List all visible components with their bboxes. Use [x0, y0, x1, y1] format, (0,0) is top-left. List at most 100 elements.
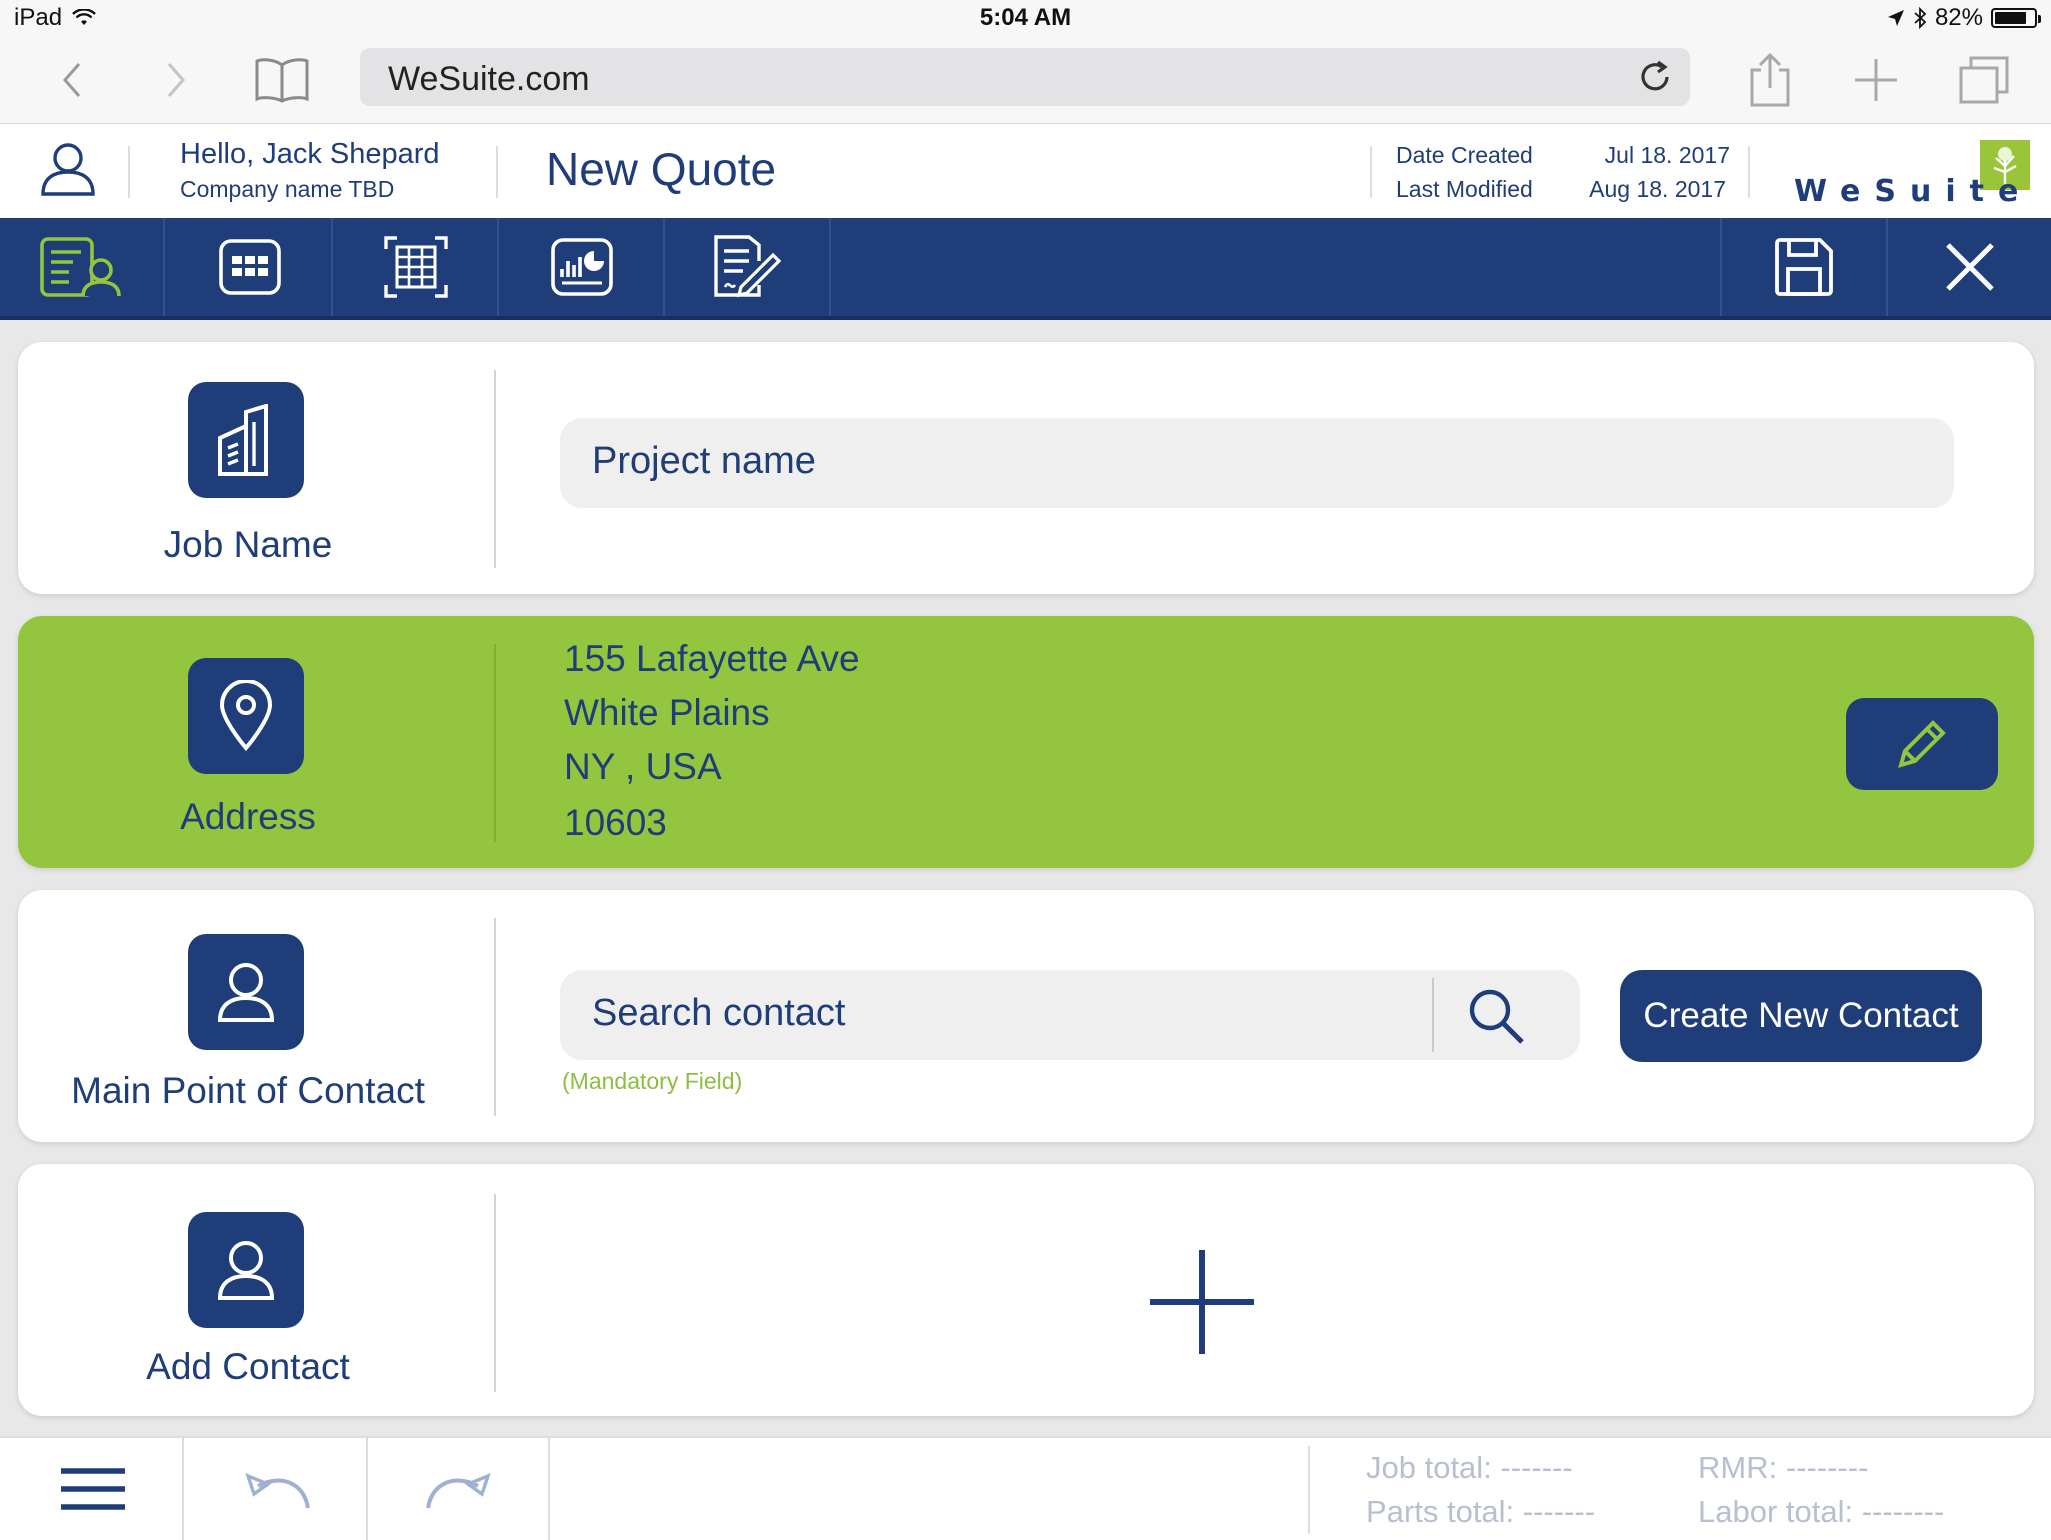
- customer-info-icon: [39, 237, 121, 297]
- battery-icon: [1991, 8, 2041, 28]
- add-contact-card: Add Contact: [18, 1164, 2034, 1416]
- search-divider: [1432, 978, 1434, 1052]
- share-icon: [1750, 52, 1790, 107]
- menu-button[interactable]: [4, 1438, 184, 1540]
- user-icon: [217, 963, 275, 1022]
- redo-icon: [426, 1473, 491, 1509]
- address-label: Address: [180, 796, 316, 837]
- user-greeting: Hello, Jack Shepard: [180, 138, 440, 170]
- card-divider: [494, 370, 496, 568]
- back-button[interactable]: [42, 50, 102, 110]
- nav-sign-document[interactable]: [666, 218, 831, 316]
- card-divider: [494, 1194, 496, 1392]
- status-bar: iPad 5:04 AM 82%: [0, 0, 2051, 36]
- nav-report[interactable]: [500, 218, 665, 316]
- page-title: New Quote: [546, 143, 777, 195]
- address-card: Address 155 Lafayette Ave White Plains N…: [18, 616, 2034, 868]
- pencil-icon: [1898, 720, 1946, 768]
- hamburger-menu-icon: [61, 1468, 125, 1510]
- book-icon: [255, 58, 309, 103]
- address-bar[interactable]: WeSuite.com: [360, 48, 1690, 106]
- address-zip: 10603: [564, 802, 667, 843]
- nav-grid[interactable]: [168, 218, 333, 316]
- footer-divider: [1308, 1446, 1310, 1534]
- rmr-total: RMR: --------: [1698, 1450, 1869, 1485]
- building-icon: [218, 404, 268, 476]
- user-profile-button[interactable]: [38, 138, 98, 198]
- labor-total: Labor total: --------: [1698, 1494, 1945, 1529]
- address-badge: [188, 658, 304, 774]
- location-arrow-icon: [1887, 10, 1904, 26]
- redo-button[interactable]: [370, 1438, 550, 1540]
- sign-document-icon: [713, 235, 781, 298]
- battery-percent: 82%: [1934, 4, 1983, 31]
- url-text: WeSuite.com: [388, 60, 590, 98]
- wesuite-logo: WeSuite: [1794, 174, 2033, 209]
- bluetooth-icon: [1914, 7, 1927, 29]
- address-city: White Plains: [564, 692, 770, 733]
- app-header: Hello, Jack Shepard Company name TBD New…: [0, 124, 2051, 218]
- tabs-button[interactable]: [1954, 50, 2014, 110]
- date-created-value: Jul 18. 2017: [1604, 142, 1730, 168]
- parts-total: Parts total: -------: [1366, 1494, 1596, 1529]
- plus-icon: [1150, 1250, 1254, 1354]
- report-icon: [550, 238, 613, 296]
- status-right: 82%: [1887, 4, 2041, 32]
- edit-address-button[interactable]: [1846, 698, 1998, 790]
- save-button[interactable]: [1720, 218, 1885, 316]
- grid-icon: [218, 239, 281, 295]
- plus-icon: [1855, 59, 1897, 101]
- nav-customer-info[interactable]: [0, 218, 165, 316]
- save-icon: [1774, 238, 1833, 296]
- forward-button[interactable]: [146, 50, 206, 110]
- location-pin-icon: [219, 680, 273, 752]
- company-name: Company name TBD: [180, 176, 395, 202]
- undo-button[interactable]: [188, 1438, 368, 1540]
- close-icon: [1945, 243, 1994, 291]
- header-divider: [496, 146, 498, 198]
- date-created-label: Date Created: [1396, 142, 1533, 168]
- last-modified-label: Last Modified: [1396, 176, 1533, 202]
- job-name-label: Job Name: [163, 524, 333, 565]
- search-contact-input[interactable]: Search contact: [560, 970, 1580, 1060]
- browser-toolbar: WeSuite.com: [0, 36, 2051, 124]
- reload-icon[interactable]: [1636, 58, 1674, 96]
- header-divider: [128, 146, 130, 198]
- address-state-country: NY , USA: [564, 746, 722, 787]
- status-time: 5:04 AM: [979, 4, 1072, 31]
- undo-icon: [245, 1473, 310, 1509]
- add-contact-button[interactable]: [1144, 1244, 1260, 1360]
- close-button[interactable]: [1886, 218, 2051, 316]
- table-icon: [383, 236, 448, 298]
- header-divider: [1748, 146, 1750, 198]
- chevron-left-icon: [63, 63, 81, 97]
- job-name-badge: [188, 382, 304, 498]
- add-contact-badge: [188, 1212, 304, 1328]
- main-contact-card: Main Point of Contact Search contact (Ma…: [18, 890, 2034, 1142]
- nav-table[interactable]: [334, 218, 499, 316]
- user-icon: [217, 1241, 275, 1300]
- project-name-placeholder: Project name: [592, 440, 816, 482]
- chevron-right-icon: [167, 63, 185, 97]
- user-icon: [41, 143, 95, 196]
- search-icon[interactable]: [1466, 986, 1526, 1046]
- project-name-input[interactable]: Project name: [560, 418, 1954, 508]
- main-contact-badge: [188, 934, 304, 1050]
- section-nav-bar: [0, 218, 2051, 320]
- address-street: 155 Lafayette Ave: [564, 638, 860, 679]
- create-new-contact-button[interactable]: Create New Contact: [1620, 970, 1982, 1062]
- header-divider: [1370, 146, 1372, 198]
- add-contact-label: Add Contact: [146, 1346, 350, 1387]
- share-button[interactable]: [1740, 50, 1800, 110]
- main-contact-label: Main Point of Contact: [71, 1070, 425, 1111]
- bookmarks-button[interactable]: [250, 50, 314, 110]
- tabs-icon: [1959, 56, 2009, 104]
- last-modified-value: Aug 18. 2017: [1589, 176, 1726, 202]
- new-tab-button[interactable]: [1846, 50, 1906, 110]
- battery-fill: [1995, 12, 2026, 24]
- search-contact-placeholder: Search contact: [592, 992, 846, 1034]
- card-divider: [494, 918, 496, 1116]
- job-name-card: Job Name Project name: [18, 342, 2034, 594]
- bottom-bar: Job total: ------- Parts total: ------- …: [0, 1436, 2051, 1540]
- job-total: Job total: -------: [1366, 1450, 1573, 1485]
